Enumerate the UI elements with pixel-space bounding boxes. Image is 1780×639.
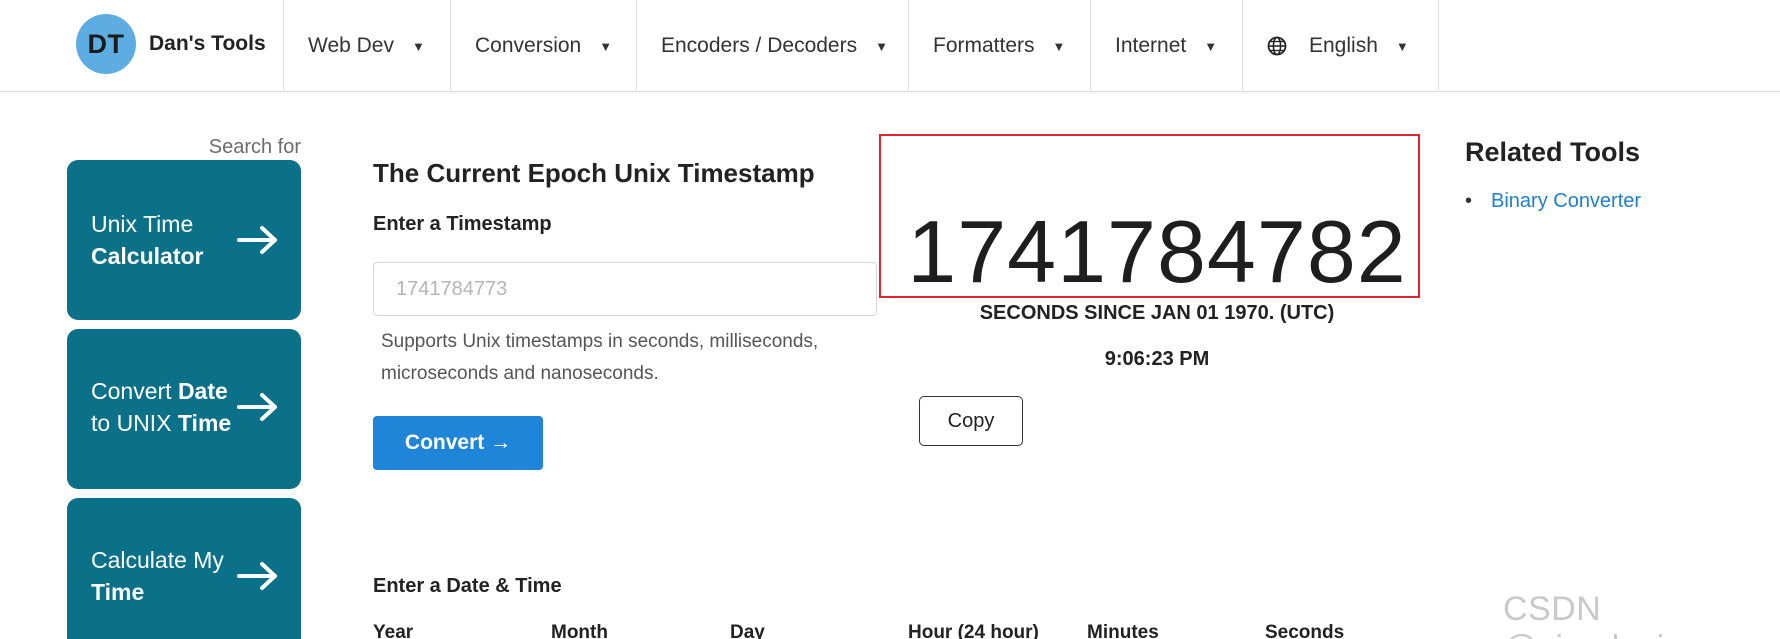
brand-logo: DT (76, 14, 136, 74)
nav-language[interactable]: English ▼ (1242, 0, 1439, 92)
nav-formatters[interactable]: Formatters ▼ (908, 0, 1090, 92)
copy-button[interactable]: Copy (919, 396, 1023, 446)
caret-down-icon: ▼ (875, 38, 888, 54)
nav-label: Internet (1115, 34, 1187, 57)
nav-conversion[interactable]: Conversion ▼ (450, 0, 636, 92)
tile-line-bold: Time (177, 410, 232, 436)
tile-line: to UNIX (91, 410, 178, 436)
nav-label: Conversion (475, 34, 582, 57)
tile-convert-date-to-unix[interactable]: Convert Date to UNIX Time (67, 329, 301, 489)
datetime-label: Enter a Date & Time (373, 575, 562, 597)
tile-line-bold: Time (91, 579, 145, 605)
seconds-label: Seconds (1265, 622, 1345, 639)
nav-web-dev[interactable]: Web Dev ▼ (283, 0, 450, 92)
year-label: Year (373, 622, 414, 639)
convert-button[interactable]: Convert → (373, 416, 543, 470)
csdn-watermark: CSDN @simplesin (1503, 590, 1684, 639)
nav-encoders-decoders[interactable]: Encoders / Decoders ▼ (636, 0, 908, 92)
tile-line: Convert (91, 378, 178, 404)
timestamp-caption: SECONDS SINCE JAN 01 1970. (UTC) (979, 302, 1335, 324)
tile-line-bold: Calculator (91, 243, 204, 269)
page-title: The Current Epoch Unix Timestamp (373, 158, 815, 188)
related-tools-list: • Binary Converter (1465, 190, 1641, 213)
tile-line: Calculate My (91, 547, 224, 573)
day-label: Day (730, 622, 765, 639)
caret-down-icon: ▼ (1395, 38, 1409, 54)
caret-down-icon: ▼ (1052, 38, 1066, 54)
bullet-icon: • (1465, 190, 1473, 212)
globe-icon (1267, 36, 1287, 56)
tile-calculate-my-time[interactable]: Calculate My Time (67, 498, 301, 639)
caret-down-icon: ▼ (599, 38, 613, 54)
search-for-label: Search for (208, 136, 301, 158)
top-navbar: DT Dan's Tools Web Dev ▼ Conversion ▼ En… (0, 0, 1780, 92)
related-tools-heading: Related Tools (1465, 137, 1641, 167)
timestamp-label: Enter a Timestamp (373, 213, 552, 235)
tile-unix-time-calculator[interactable]: Unix Time Calculator (67, 160, 301, 320)
nav-internet[interactable]: Internet ▼ (1090, 0, 1242, 92)
nav-label: Web Dev (308, 34, 394, 57)
brand-home-link[interactable]: DT Dan's Tools (76, 14, 266, 74)
hour-label: Hour (24 hour) (908, 622, 1039, 639)
caret-down-icon: ▼ (1204, 38, 1218, 54)
nav-label: Formatters (933, 34, 1035, 57)
tile-line-bold: Date (177, 378, 228, 404)
arrow-right-icon (237, 562, 277, 590)
timestamp-help-text: Supports Unix timestamps in seconds, mil… (381, 331, 819, 384)
brand-name: Dan's Tools (149, 32, 266, 55)
minutes-label: Minutes (1087, 622, 1159, 639)
binary-converter-link[interactable]: Binary Converter (1491, 190, 1641, 212)
current-time: 9:06:23 PM (1104, 348, 1210, 370)
nav-label: Encoders / Decoders (661, 34, 858, 57)
arrow-right-icon (237, 226, 277, 254)
nav-label: English (1309, 34, 1378, 57)
timestamp-input[interactable] (373, 262, 877, 316)
list-item: • Binary Converter (1465, 190, 1641, 213)
current-timestamp-value: 1741784782 (907, 202, 1407, 301)
arrow-right-icon (237, 393, 277, 421)
caret-down-icon: ▼ (411, 38, 425, 54)
month-label: Month (551, 622, 608, 639)
tile-line: Unix Time (91, 211, 194, 237)
